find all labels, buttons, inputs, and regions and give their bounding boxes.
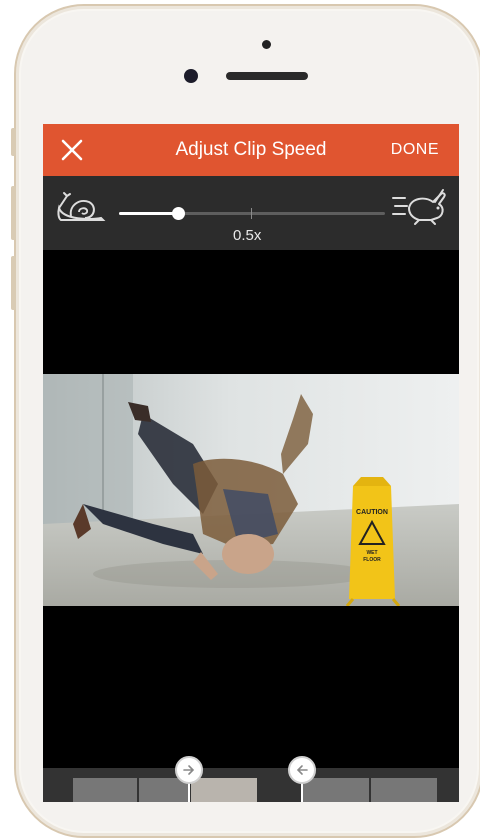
slider-center-tick [251, 208, 252, 219]
filmstrip-frame [371, 778, 437, 802]
camera-dot [262, 40, 271, 49]
trim-start-handle[interactable] [175, 756, 203, 802]
trim-end-knob[interactable] [288, 756, 316, 784]
front-camera [184, 69, 198, 83]
speed-slider-fill [119, 212, 178, 215]
screen-title: Adjust Clip Speed [175, 139, 327, 160]
arrow-right-icon [183, 765, 195, 775]
filmstrip-frame [191, 778, 257, 802]
volume-down-button [11, 256, 16, 310]
speed-control-bar: 0.5x [43, 176, 459, 250]
sign-floor-text: FLOOR [363, 557, 381, 563]
rabbit-icon[interactable] [391, 186, 449, 226]
speed-value-label: 0.5x [233, 227, 262, 244]
app-screen: Adjust Clip Speed DONE 0.5x CAUTION WET … [43, 124, 459, 802]
volume-up-button [11, 186, 16, 240]
mute-switch [11, 128, 16, 156]
filmstrip-frame [73, 778, 137, 802]
video-preview: CAUTION WET FLOOR [43, 374, 459, 606]
filmstrip-frame [303, 778, 369, 802]
speed-slider[interactable] [119, 207, 385, 220]
sign-caution-text: CAUTION [356, 509, 388, 516]
sign-wet-text: WET [366, 550, 377, 556]
trim-start-knob[interactable] [175, 756, 203, 784]
clip-filmstrip[interactable] [43, 756, 459, 802]
trim-end-handle[interactable] [288, 756, 316, 802]
arrow-left-icon [296, 765, 308, 775]
done-button[interactable]: DONE [391, 141, 439, 159]
snail-icon[interactable] [55, 190, 107, 224]
earpiece-speaker [226, 72, 308, 80]
speed-slider-thumb[interactable] [171, 207, 185, 220]
close-icon[interactable] [59, 137, 85, 163]
title-bar: Adjust Clip Speed DONE [43, 124, 459, 176]
